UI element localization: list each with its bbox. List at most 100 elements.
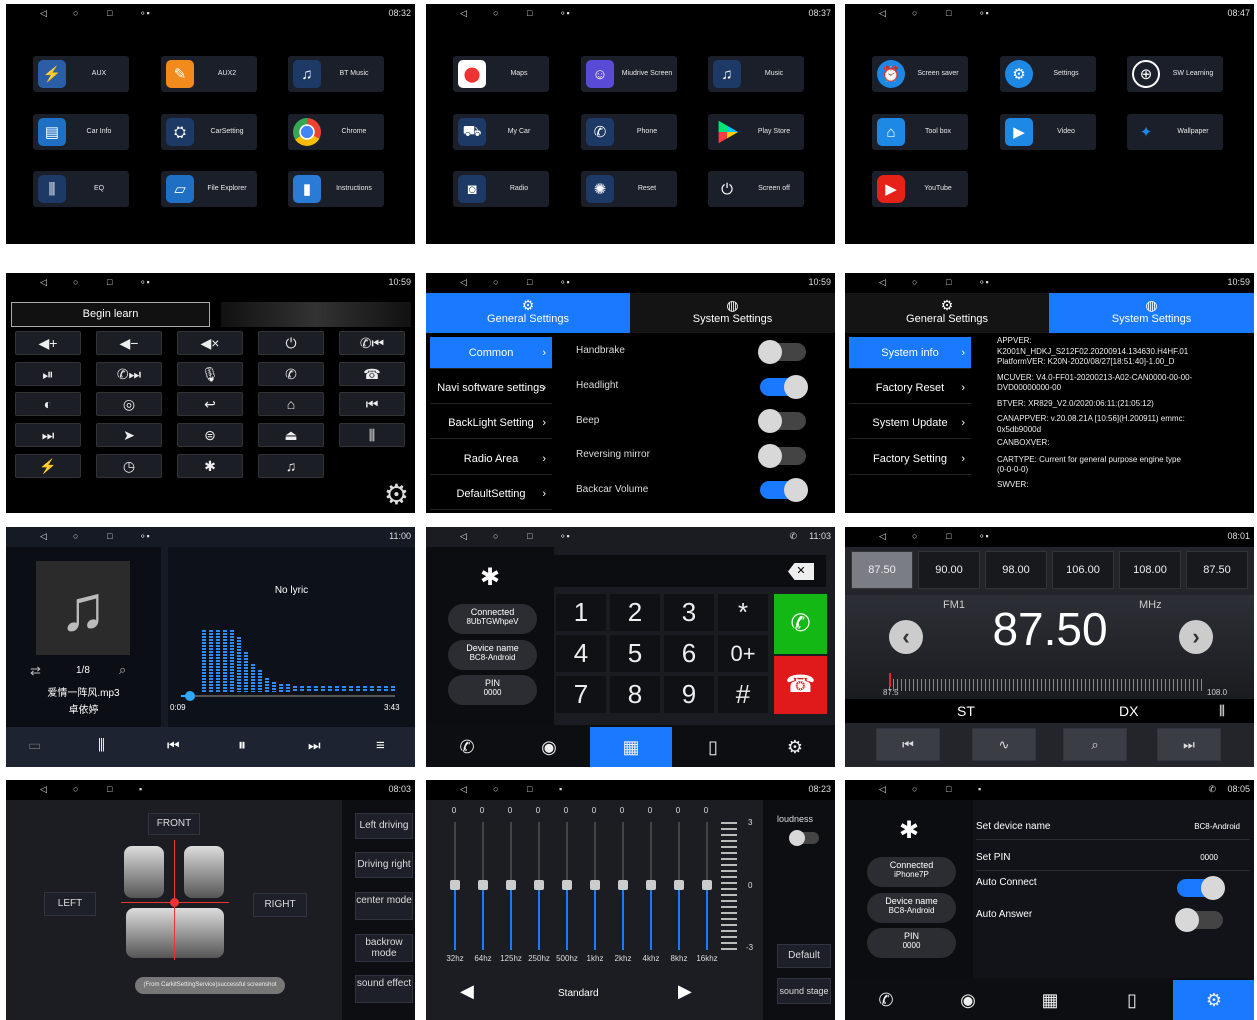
volume-down-key[interactable]: ◀− <box>96 331 162 355</box>
recents-icon[interactable]: □ <box>527 784 532 794</box>
set-pin-row[interactable]: Set PIN 0000 <box>976 845 1250 871</box>
home-icon[interactable]: ○ <box>912 277 917 287</box>
menu-common[interactable]: Common › <box>430 337 552 369</box>
preset-prev-icon[interactable]: ◀ <box>460 981 474 1002</box>
home-icon[interactable]: ○ <box>493 784 498 794</box>
power-key[interactable]: ⏻ <box>258 331 324 355</box>
back-icon[interactable]: ◁ <box>40 8 47 19</box>
equalizer-icon[interactable]: ⫼ <box>98 737 105 754</box>
call-log-icon[interactable]: ✆ <box>426 727 508 767</box>
band-slider[interactable] <box>646 822 656 950</box>
app-my-car[interactable]: ⛟ My Car <box>453 114 549 150</box>
menu-key[interactable]: ⊜ <box>177 423 243 447</box>
home-icon[interactable]: ○ <box>493 531 498 541</box>
home-icon[interactable]: ○ <box>493 277 498 287</box>
app-wallpaper[interactable]: ✦ Wallpaper <box>1127 114 1223 150</box>
call-log-icon[interactable]: ✆ <box>845 980 927 1020</box>
transfer-icon[interactable]: ▯ <box>672 727 754 767</box>
band-slider[interactable] <box>506 822 516 950</box>
band-handle[interactable] <box>562 880 572 890</box>
previous-icon[interactable]: ⏮ <box>167 737 180 754</box>
dialpad-icon[interactable]: ▦ <box>1009 980 1091 1020</box>
volume-up-key[interactable]: ◀+ <box>15 331 81 355</box>
app-play-store[interactable]: Play Store <box>708 114 804 150</box>
progress-track[interactable] <box>181 691 395 701</box>
recents-icon[interactable]: □ <box>527 531 532 541</box>
app-car-setting[interactable]: ⛭ CarSetting <box>161 114 257 150</box>
back-icon[interactable]: ◁ <box>40 531 47 542</box>
previous-key[interactable]: ⏮ <box>339 392 405 416</box>
menu-default-setting[interactable]: DefaultSetting › <box>430 478 552 510</box>
preset-3[interactable]: 98.00 <box>985 551 1047 589</box>
camera-key[interactable]: ◎ <box>96 392 162 416</box>
center-mode-button[interactable]: center mode <box>355 892 413 920</box>
tab-system-settings[interactable]: ◍ System Settings <box>630 293 835 333</box>
recents-icon[interactable]: □ <box>946 277 951 287</box>
call-button[interactable]: ✆ <box>774 594 827 654</box>
balance-point[interactable] <box>170 898 179 907</box>
play-pause-key[interactable]: ⏯ <box>15 362 81 386</box>
band-handle[interactable] <box>674 880 684 890</box>
driving-right-button[interactable]: Driving right <box>355 852 413 878</box>
recents-icon[interactable]: □ <box>527 277 532 287</box>
recents-icon[interactable]: □ <box>107 8 112 18</box>
preset-2[interactable]: 90.00 <box>918 551 980 589</box>
search-icon[interactable]: ⌕ <box>119 662 126 678</box>
band-handle[interactable] <box>478 880 488 890</box>
band-handle[interactable] <box>534 880 544 890</box>
begin-learn-button[interactable]: Begin learn <box>11 302 210 327</box>
menu-factory-reset[interactable]: Factory Reset › <box>849 372 971 404</box>
app-youtube[interactable]: ▶ YouTube <box>872 171 968 207</box>
left-button[interactable]: LEFT <box>44 892 96 916</box>
back-icon[interactable]: ◁ <box>460 784 467 795</box>
eject-key[interactable]: ⏏ <box>258 423 324 447</box>
mode-key[interactable]: ◐ <box>15 392 81 416</box>
band-slider[interactable] <box>618 822 628 950</box>
band-handle[interactable] <box>646 880 656 890</box>
preset-1[interactable]: 87.50 <box>851 551 913 589</box>
progress-knob[interactable] <box>184 691 195 701</box>
key-6[interactable]: 6 <box>664 635 714 672</box>
back-icon[interactable]: ◁ <box>40 784 47 795</box>
app-tool-box[interactable]: ⌂ Tool box <box>872 114 968 150</box>
front-button[interactable]: FRONT <box>148 813 200 835</box>
set-device-name-row[interactable]: Set device name BC8-Android <box>976 814 1250 840</box>
app-screen-saver[interactable]: ⏰ Screen saver <box>872 56 968 92</box>
prev-station-button[interactable]: ⏮ <box>876 728 940 761</box>
recents-icon[interactable]: □ <box>107 277 112 287</box>
preset-5[interactable]: 108.00 <box>1119 551 1181 589</box>
home-icon[interactable]: ○ <box>73 8 78 18</box>
pause-icon[interactable]: ⏸ <box>238 737 246 755</box>
preset-4[interactable]: 106.00 <box>1052 551 1114 589</box>
recents-icon[interactable]: □ <box>107 784 112 794</box>
tuning-needle[interactable] <box>889 673 891 687</box>
tab-general-settings[interactable]: ⚙ General Settings <box>426 293 630 333</box>
app-reset[interactable]: ✺ Reset <box>581 171 677 207</box>
app-screen-off[interactable]: ⏻ Screen off <box>708 171 804 207</box>
home-icon[interactable]: ○ <box>73 784 78 794</box>
app-video[interactable]: ▶ Video <box>1000 114 1096 150</box>
tab-system-settings[interactable]: ◍ System Settings <box>1049 293 1254 333</box>
key-1[interactable]: 1 <box>556 594 606 631</box>
key-star[interactable]: * <box>718 594 768 631</box>
next-key[interactable]: ⏭ <box>15 423 81 447</box>
recents-icon[interactable]: □ <box>946 8 951 18</box>
contacts-icon[interactable]: ◉ <box>927 980 1009 1020</box>
handbrake-toggle[interactable] <box>758 340 806 364</box>
app-radio[interactable]: ◙ Radio <box>453 171 549 207</box>
sound-stage-button[interactable]: sound stage <box>777 978 831 1004</box>
band-handle[interactable] <box>506 880 516 890</box>
app-sw-learning[interactable]: ⊕ SW Learning <box>1127 56 1223 92</box>
bluetooth-key[interactable]: ✱ <box>177 454 243 478</box>
menu-factory-setting[interactable]: Factory Setting › <box>849 443 971 475</box>
app-file-explorer[interactable]: ▱ File Explorer <box>161 171 257 207</box>
app-chrome[interactable]: Chrome <box>288 114 384 150</box>
dx-indicator[interactable]: DX <box>1119 703 1138 719</box>
key-7[interactable]: 7 <box>556 676 606 713</box>
back-icon[interactable]: ◁ <box>879 784 886 795</box>
app-miudrive[interactable]: ☺ Miudrive Screen <box>581 56 677 92</box>
recents-icon[interactable]: □ <box>946 784 951 794</box>
mute-key[interactable]: ◀× <box>177 331 243 355</box>
back-icon[interactable]: ◁ <box>879 531 886 542</box>
seek-left-icon[interactable]: ‹ <box>889 620 923 654</box>
